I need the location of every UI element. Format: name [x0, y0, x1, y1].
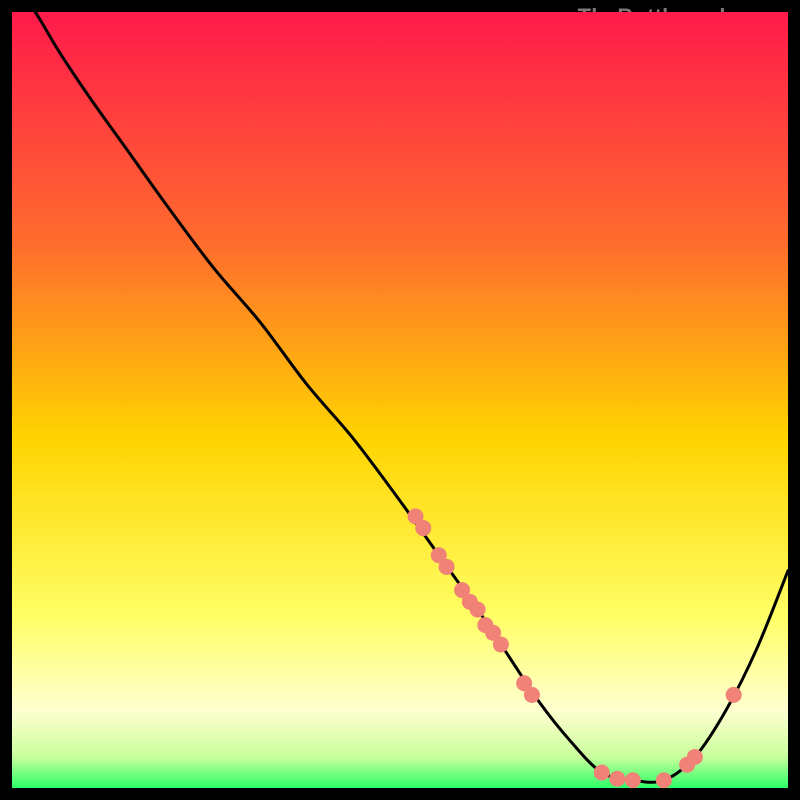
data-point — [656, 772, 672, 788]
data-point — [625, 772, 641, 788]
chart-container — [12, 12, 788, 788]
data-point — [687, 749, 703, 765]
data-point — [415, 520, 431, 536]
data-point — [594, 764, 610, 780]
data-point — [470, 602, 486, 618]
data-point — [726, 687, 742, 703]
bottleneck-chart — [12, 12, 788, 788]
data-point — [609, 771, 625, 787]
data-point — [524, 687, 540, 703]
gradient-background — [12, 12, 788, 788]
data-point — [493, 636, 509, 652]
data-point — [439, 559, 455, 575]
